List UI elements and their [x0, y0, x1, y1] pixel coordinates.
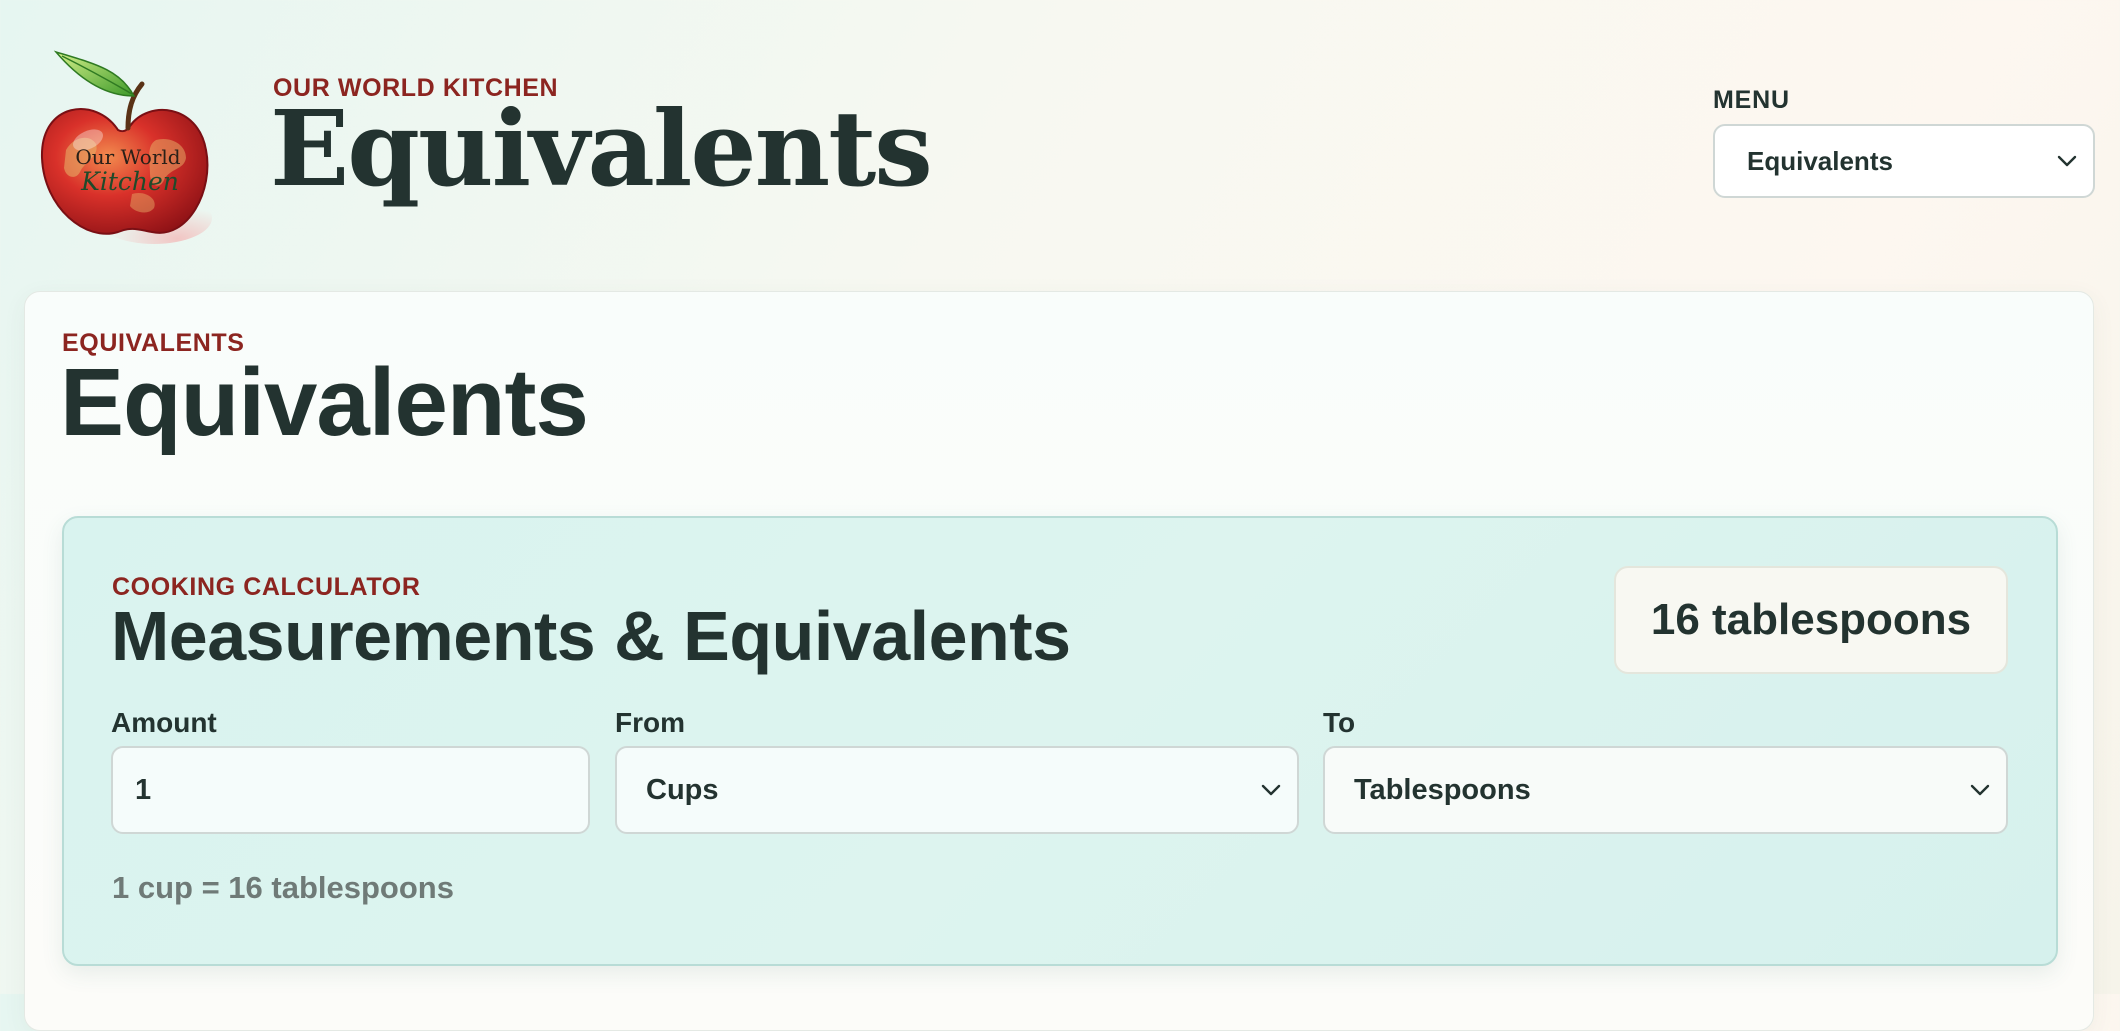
amount-value: 1: [135, 773, 152, 806]
to-unit-select[interactable]: Tablespoons: [1323, 746, 2008, 834]
conversion-equation: 1 cup = 16 tablespoons: [112, 870, 454, 905]
from-unit-select[interactable]: Cups: [615, 746, 1299, 834]
chevron-down-icon: [1261, 784, 1281, 796]
menu-selected-value: Equivalents: [1747, 145, 1893, 176]
menu-label: MENU: [1713, 86, 1790, 114]
logo-text-line2: Kitchen: [80, 167, 179, 196]
chevron-down-icon: [1970, 784, 1990, 796]
site-title: Equivalents: [270, 87, 933, 210]
page-title: Equivalents: [60, 349, 589, 456]
to-label: To: [1323, 707, 1356, 738]
to-selected-value: Tablespoons: [1354, 773, 1531, 806]
site-logo[interactable]: Our World Kitchen: [36, 40, 212, 252]
amount-label: Amount: [111, 707, 217, 738]
main-card: EQUIVALENTS Equivalents COOKING CALCULAT…: [24, 291, 2094, 1031]
logo-text-line1: Our World: [75, 145, 180, 169]
from-selected-value: Cups: [646, 773, 719, 806]
from-label: From: [615, 707, 685, 738]
calculator-card: COOKING CALCULATOR Measurements & Equiva…: [62, 516, 2058, 966]
menu-select[interactable]: Equivalents: [1713, 124, 2095, 198]
calculator-title: Measurements & Equivalents: [111, 597, 1071, 675]
amount-input[interactable]: 1: [111, 746, 590, 834]
apple-globe-logo-icon: Our World Kitchen: [40, 50, 212, 244]
chevron-down-icon: [2057, 155, 2077, 167]
result-badge: 16 tablespoons: [1614, 566, 2008, 674]
